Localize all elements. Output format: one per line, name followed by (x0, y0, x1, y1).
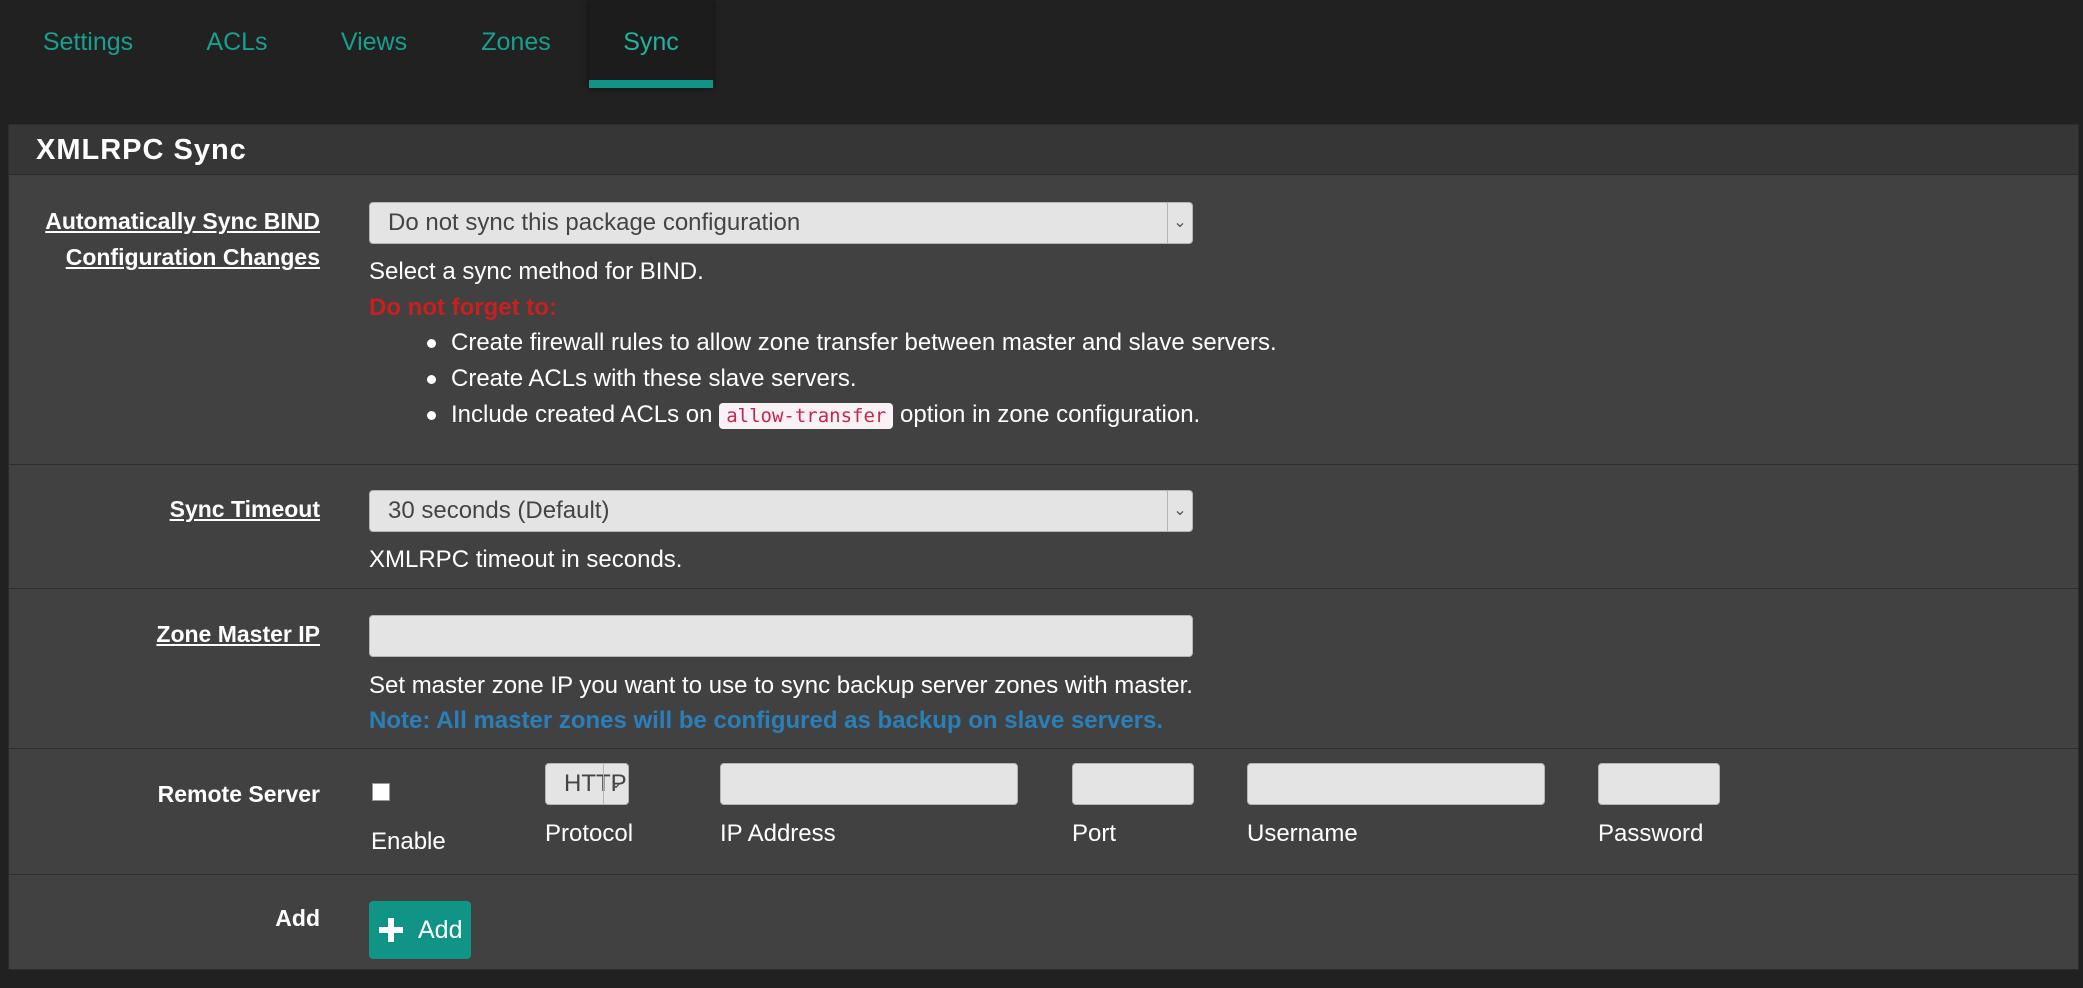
password-input[interactable] (1598, 763, 1720, 805)
list-item-text: Create firewall rules to allow zone tran… (451, 329, 1277, 356)
zone-master-ip-help: Set master zone IP you want to use to sy… (369, 672, 1193, 699)
chevron-down-icon: ⌄ (1167, 491, 1192, 531)
list-item-text: Include created ACLs on (451, 401, 713, 428)
add-button[interactable]: Add (369, 901, 471, 959)
xmlrpc-sync-panel: XMLRPC Sync Automatically Sync BIND Conf… (8, 124, 2079, 970)
sync-timeout-select[interactable]: 30 seconds (Default) ⌄ (369, 490, 1193, 532)
password-label: Password (1598, 820, 1704, 847)
zone-master-ip-label-text: Zone Master IP (156, 621, 320, 647)
tab-zones[interactable]: Zones (450, 0, 582, 88)
add-row-label-text: Add (275, 905, 320, 931)
ip-address-input[interactable] (720, 763, 1018, 805)
list-item-text: option in zone configuration. (900, 401, 1201, 428)
list-item-text: Create ACLs with these slave servers. (451, 365, 857, 392)
list-item: Create firewall rules to allow zone tran… (421, 325, 1277, 361)
list-item: Create ACLs with these slave servers. (421, 361, 1277, 397)
zone-master-ip-label: Zone Master IP (156, 616, 320, 652)
port-input[interactable] (1072, 763, 1194, 805)
zone-master-ip-note: Note: All master zones will be configure… (369, 707, 1164, 734)
sync-reminder-list: Create firewall rules to allow zone tran… (421, 325, 1277, 434)
ip-address-label: IP Address (720, 820, 836, 847)
bullet-icon (427, 375, 436, 384)
tab-bar: Settings ACLs Views Zones Sync (0, 0, 2083, 88)
add-button-label: Add (418, 916, 463, 944)
row-divider (9, 874, 2078, 875)
sync-timeout-value: 30 seconds (Default) (388, 497, 610, 524)
tab-acls[interactable]: ACLs (176, 0, 298, 88)
sync-timeout-label: Sync Timeout (170, 491, 320, 527)
username-input[interactable] (1247, 763, 1545, 805)
enable-label: Enable (371, 828, 446, 855)
code-tag: allow-transfer (719, 403, 894, 429)
plus-icon (379, 918, 403, 942)
panel-heading: XMLRPC Sync (9, 125, 2078, 175)
row-divider (9, 588, 2078, 589)
sync-timeout-help: XMLRPC timeout in seconds. (369, 546, 683, 573)
sync-timeout-label-text: Sync Timeout (169, 496, 320, 522)
remote-server-label-text: Remote Server (157, 781, 320, 807)
sync-bind-label-line2: Configuration Changes (65, 244, 320, 270)
sync-method-value: Do not sync this package configuration (388, 209, 801, 236)
sync-warning: Do not forget to: (369, 294, 557, 321)
row-divider (9, 464, 2078, 465)
chevron-down-icon: ⌄ (603, 764, 628, 804)
protocol-label: Protocol (545, 820, 634, 847)
zone-master-ip-input[interactable] (369, 615, 1193, 657)
username-label: Username (1247, 820, 1358, 847)
sync-bind-label: Automatically Sync BIND Configuration Ch… (45, 203, 320, 275)
tab-settings[interactable]: Settings (0, 0, 176, 88)
panel-title: XMLRPC Sync (36, 134, 247, 166)
enable-checkbox[interactable] (372, 783, 390, 801)
sync-bind-label-line1: Automatically Sync BIND (45, 208, 320, 234)
add-row-label: Add (275, 900, 320, 936)
chevron-down-icon: ⌄ (1167, 203, 1192, 243)
port-label: Port (1072, 820, 1117, 847)
bullet-icon (427, 411, 436, 420)
sync-method-help: Select a sync method for BIND. (369, 258, 704, 285)
sync-method-select[interactable]: Do not sync this package configuration ⌄ (369, 202, 1193, 244)
protocol-select[interactable]: HTTP ⌄ (545, 763, 629, 805)
tab-sync[interactable]: Sync (589, 0, 713, 88)
remote-server-label: Remote Server (158, 776, 320, 812)
list-item: Include created ACLs on allow-transfer o… (421, 397, 1277, 434)
bullet-icon (427, 339, 436, 348)
row-divider (9, 748, 2078, 749)
tab-views[interactable]: Views (298, 0, 450, 88)
